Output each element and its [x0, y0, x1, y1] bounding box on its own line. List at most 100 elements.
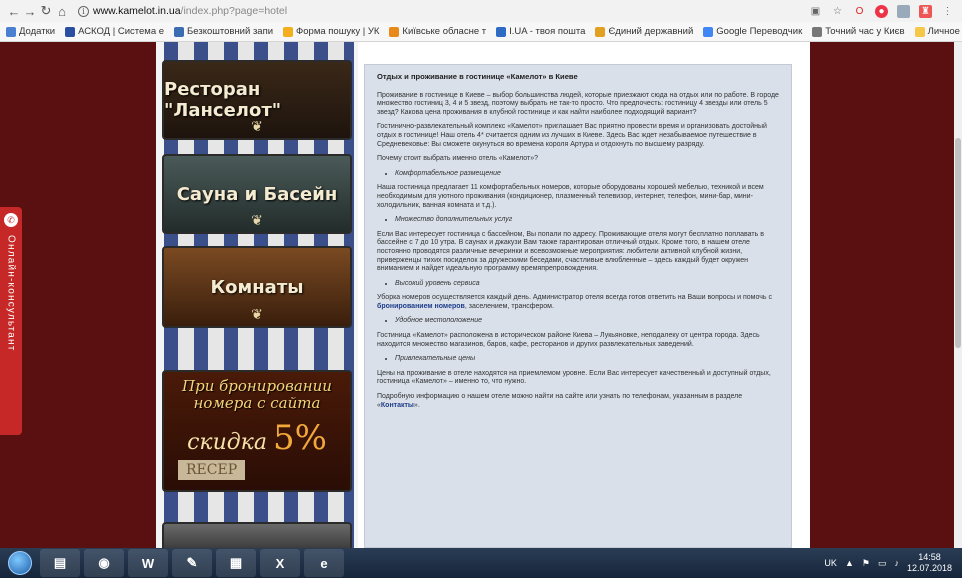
text: Подробную информацию о нашем отеле можно…: [377, 393, 743, 409]
word-icon[interactable]: W: [128, 549, 168, 577]
system-tray: UK ▲ ⚑ ▭ ♪ 14:58 12.07.2018: [824, 552, 962, 574]
excel-icon[interactable]: X: [260, 549, 300, 577]
chat-icon: ✆: [4, 213, 18, 227]
paragraph: Подробную информацию о нашем отеле можно…: [377, 393, 779, 410]
bulb-icon: [283, 26, 294, 37]
volume-icon[interactable]: ♪: [894, 558, 899, 568]
restaurant-title: Ресторан "Ланселот": [164, 79, 282, 121]
bookmark-item[interactable]: Єдиний державний: [595, 26, 693, 37]
sauna-banner[interactable]: Сауна и Басейн ❦: [162, 154, 352, 234]
bookmark-label: Безкоштовний запи: [187, 26, 274, 37]
bullet-list: Удобное местоположение: [395, 317, 779, 326]
menu-icon[interactable]: ⋮: [941, 5, 954, 18]
bullet-list: Множество дополнительных услуг: [395, 216, 779, 225]
promo-discount: скидка 5%: [187, 418, 327, 458]
paragraph: Проживание в гостинице в Киеве – выбор б…: [377, 91, 779, 116]
online-consultant-tab[interactable]: ✆ Онлайн-консультант: [0, 207, 22, 435]
flag-icon[interactable]: ⚑: [862, 558, 870, 569]
promo-percent: 5%: [272, 418, 327, 458]
apps-icon: [6, 26, 16, 37]
reload-button[interactable]: ↻: [38, 3, 54, 19]
consultant-label: Онлайн-консультант: [5, 235, 17, 352]
bookmark-item[interactable]: Київське обласне т: [389, 26, 486, 37]
page-scrollbar[interactable]: [954, 42, 962, 548]
bookmark-label: I.UA - твоя пошта: [509, 26, 586, 37]
taskbar-apps: ▤ ◉ W ✎ ▦ Xe: [40, 549, 348, 577]
adblock-icon[interactable]: ●: [875, 4, 888, 18]
translate-page-icon[interactable]: ▣: [809, 5, 822, 18]
url-path: /index.php?page=hotel: [180, 5, 288, 17]
bullet-list: Привлекательные цены: [395, 355, 779, 364]
clock-icon: [812, 26, 823, 37]
bookmark-label: Личное: [927, 26, 960, 37]
sauna-title: Сауна и Басейн: [176, 183, 338, 205]
bookmark-item[interactable]: Google Переводчик: [703, 26, 802, 37]
article-title: Отдых и проживание в гостинице «Камелот»…: [377, 72, 578, 81]
ornament-icon: ❦: [251, 306, 263, 322]
notepad-icon[interactable]: ▦: [216, 549, 256, 577]
booking-link[interactable]: бронированием номеров: [377, 303, 465, 310]
chrome-icon[interactable]: ◉: [84, 549, 124, 577]
paragraph: Уборка номеров осуществляется каждый ден…: [377, 294, 779, 311]
bookmark-item[interactable]: Безкоштовний запи: [174, 26, 273, 37]
bullet-item: Множество дополнительных услуг: [395, 216, 779, 225]
bullet-list: Комфортабельное размещение: [395, 170, 779, 179]
extension-icon[interactable]: [897, 4, 910, 18]
tray-expand-icon[interactable]: ▲: [845, 558, 854, 568]
bookmark-item[interactable]: I.UA - твоя пошта: [496, 26, 585, 37]
network-icon[interactable]: ▭: [878, 558, 887, 569]
start-button[interactable]: [0, 548, 40, 578]
flower-icon: [389, 26, 400, 37]
windows-orb-icon: [8, 551, 32, 575]
text: Уборка номеров осуществляется каждый ден…: [377, 294, 772, 302]
restaurant-banner[interactable]: Ресторан "Ланселот" ❦: [162, 60, 352, 140]
bookmark-label: Google Переводчик: [716, 26, 803, 37]
clock-time: 14:58: [918, 552, 941, 562]
site-container: Ресторан "Ланселот" ❦ Сауна и Басейн ❦ К…: [156, 42, 810, 552]
toolbar-actions: ▣ ☆ O ● ♜ ⋮: [809, 4, 962, 18]
bookmark-item[interactable]: Точний час у Києв: [812, 26, 905, 37]
ie-icon[interactable]: e: [304, 549, 344, 577]
translate-icon: [703, 26, 714, 37]
bookmark-item[interactable]: Додатки: [6, 26, 55, 37]
paragraph: Гостинично-развлекательный комплекс «Кам…: [377, 123, 767, 148]
address-bar[interactable]: i www.kamelot.in.ua/index.php?page=hotel: [78, 2, 287, 20]
clock-date: 12.07.2018: [906, 563, 952, 573]
article-content: Отдых и проживание в гостинице «Камелот»…: [364, 64, 792, 548]
windows-taskbar: ▤ ◉ W ✎ ▦ Xe UK ▲ ⚑ ▭ ♪ 14:58 12.07.2018: [0, 548, 962, 578]
bookmark-item[interactable]: Форма пошуку | УК: [283, 26, 379, 37]
bookmark-label: Точний час у Києв: [825, 26, 905, 37]
browser-toolbar: ← → ↻ ⌂ i www.kamelot.in.ua/index.php?pa…: [0, 0, 962, 22]
forward-button[interactable]: →: [22, 4, 38, 19]
rooms-banner[interactable]: Комнаты ❦: [162, 246, 352, 328]
folder-icon[interactable]: ▤: [40, 549, 80, 577]
paragraph: Почему стоит выбрать именно отель «Камел…: [377, 155, 539, 163]
page-icon: [174, 26, 185, 37]
info-icon[interactable]: i: [78, 5, 89, 17]
mail-icon: [496, 26, 507, 37]
bullet-item: Привлекательные цены: [395, 355, 779, 364]
home-button[interactable]: ⌂: [54, 4, 70, 19]
opera-icon[interactable]: O: [853, 5, 866, 18]
bookmark-label: Київське обласне т: [402, 26, 487, 37]
language-indicator[interactable]: UK: [824, 558, 837, 568]
back-button[interactable]: ←: [6, 4, 22, 19]
extension-badge-icon[interactable]: ♜: [919, 4, 932, 18]
bookmark-label: Форма пошуку | УК: [296, 26, 380, 37]
booking-discount-banner[interactable]: При бронировании номера с сайта скидка 5…: [162, 370, 352, 492]
contacts-link[interactable]: Контакты: [381, 402, 414, 409]
promo-line-1: При бронировании: [182, 377, 332, 395]
folder-icon: [914, 26, 925, 37]
ornament-icon: ❦: [251, 212, 263, 228]
bookmark-item[interactable]: Личное: [914, 26, 960, 37]
scrollbar-thumb[interactable]: [955, 138, 961, 348]
bookmark-item[interactable]: АСКОД | Система е: [65, 26, 164, 37]
paragraph: Если Вас интересует гостиница с бассейно…: [377, 230, 764, 273]
bullet-item: Удобное местоположение: [395, 317, 779, 326]
text: ».: [413, 401, 420, 409]
bullet-list: Высокий уровень сервиса: [395, 280, 779, 289]
clock[interactable]: 14:58 12.07.2018: [907, 552, 952, 574]
bookmark-label: Додатки: [19, 26, 56, 37]
paint-icon[interactable]: ✎: [172, 549, 212, 577]
bookmark-star-icon[interactable]: ☆: [831, 5, 844, 18]
